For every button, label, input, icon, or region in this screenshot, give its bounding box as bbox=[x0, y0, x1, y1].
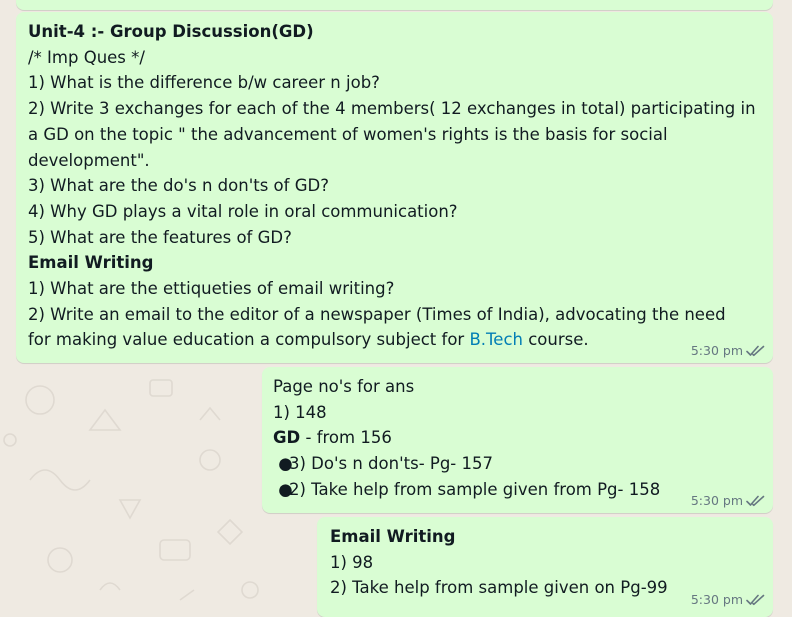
message-bold-text: GD bbox=[273, 428, 301, 448]
double-check-icon bbox=[746, 495, 765, 507]
bullet-line: ●3) Do's n don'ts- Pg- 157 bbox=[273, 451, 765, 477]
message-bubble[interactable]: Page no's for ans 1) 148 GD - from 156 ●… bbox=[262, 367, 773, 513]
message-text: course. bbox=[522, 330, 589, 350]
previous-message-bubble bbox=[16, 0, 773, 10]
bullet-icon: ● bbox=[273, 454, 293, 474]
message-line: GD - from 156 bbox=[273, 425, 765, 451]
message-line: 2) Write an email to the editor of a new… bbox=[28, 304, 726, 324]
message-line: 2) Write 3 exchanges for each of the 4 m… bbox=[28, 99, 756, 119]
message-line: for making value education a compulsory … bbox=[28, 327, 765, 353]
double-check-icon bbox=[746, 345, 765, 357]
message-bubble[interactable]: Unit-4 :- Group Discussion(GD) /* Imp Qu… bbox=[16, 12, 773, 363]
message-line: 1) 98 bbox=[330, 552, 374, 572]
message-time: 5:30 pm bbox=[690, 493, 743, 508]
message-time: 5:30 pm bbox=[690, 592, 743, 607]
message-text: for making value education a compulsory … bbox=[28, 330, 470, 350]
message-line: a GD on the topic " the advancement of w… bbox=[28, 124, 668, 144]
bullet-text: 2) Take help from sample given from Pg- … bbox=[289, 479, 661, 499]
message-time: 5:30 pm bbox=[690, 343, 743, 358]
message-link[interactable]: B.Tech bbox=[469, 330, 523, 349]
message-text: - from 156 bbox=[300, 428, 392, 448]
message-heading: Email Writing bbox=[330, 527, 456, 546]
message-meta: 5:30 pm bbox=[691, 343, 765, 359]
message-line: /* Imp Ques */ bbox=[28, 47, 145, 67]
message-bubble[interactable]: Email Writing 1) 98 2) Take help from sa… bbox=[317, 517, 773, 617]
message-line: 1) 148 bbox=[273, 402, 327, 422]
message-line: development". bbox=[28, 150, 150, 170]
message-meta: 5:30 pm bbox=[691, 592, 765, 608]
message-line: 1) What is the difference b/w career n j… bbox=[28, 73, 380, 93]
message-line: 1) What are the ettiqueties of email wri… bbox=[28, 279, 395, 299]
message-line: 4) Why GD plays a vital role in oral com… bbox=[28, 201, 458, 221]
message-heading: Unit-4 :- Group Discussion(GD) bbox=[28, 22, 314, 41]
message-heading: Email Writing bbox=[28, 253, 154, 273]
message-line: Page no's for ans bbox=[273, 377, 415, 396]
message-line: 5) What are the features of GD? bbox=[28, 227, 292, 247]
bullet-text: 3) Do's n don'ts- Pg- 157 bbox=[289, 454, 494, 474]
bullet-icon: ● bbox=[273, 479, 293, 499]
double-check-icon bbox=[746, 594, 765, 606]
message-meta: 5:30 pm bbox=[691, 493, 765, 509]
message-line: 3) What are the do's n don'ts of GD? bbox=[28, 176, 329, 196]
